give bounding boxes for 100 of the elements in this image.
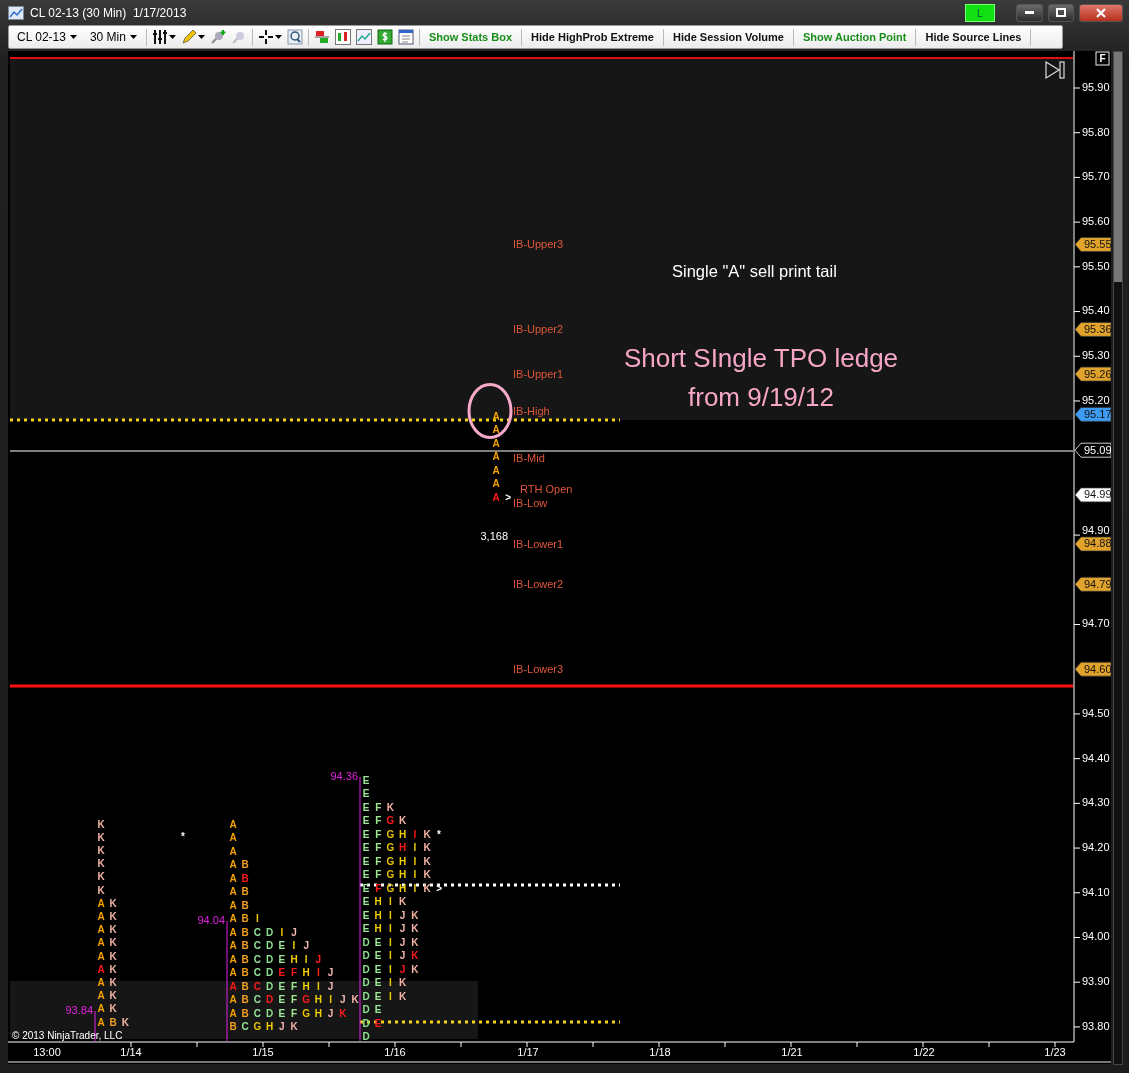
tpo-letter: F bbox=[375, 882, 382, 894]
tpo-letter: C bbox=[253, 1007, 261, 1019]
toolbar-toggle-button[interactable]: Show Stats Box bbox=[424, 31, 517, 43]
price-tick-label: 93.80 bbox=[1082, 1019, 1110, 1032]
tpo-letter: J bbox=[303, 940, 309, 952]
maximize-button[interactable] bbox=[1048, 3, 1074, 22]
tpo-letter: E bbox=[374, 977, 382, 989]
tpo-letter: F bbox=[375, 842, 382, 854]
time-axis-label: 1/15 bbox=[252, 1045, 274, 1058]
instrument-dropdown[interactable]: CL 02-13 bbox=[13, 30, 81, 44]
close-button[interactable] bbox=[1079, 3, 1123, 22]
tpo-letter: A bbox=[229, 940, 237, 952]
tpo-letter: E bbox=[278, 980, 286, 992]
toolbar-toggle-button[interactable]: Hide Session Volume bbox=[668, 31, 788, 43]
tpo-letter: H bbox=[374, 909, 382, 921]
price-tick-label: 95.50 bbox=[1082, 259, 1110, 272]
tpo-letter: E bbox=[362, 801, 370, 813]
tpo-letter: K bbox=[411, 923, 419, 935]
tpo-letter: J bbox=[399, 909, 406, 921]
tpo-letter: H bbox=[399, 842, 407, 854]
caret-icon bbox=[274, 35, 282, 39]
tpo-letter: I bbox=[413, 855, 417, 867]
tpo-letter: D bbox=[266, 994, 274, 1006]
properties-icon[interactable] bbox=[397, 29, 414, 45]
tpo-letter: G bbox=[253, 1021, 262, 1033]
price-tick-label: 95.90 bbox=[1082, 80, 1110, 93]
pencil-icon[interactable] bbox=[180, 29, 205, 45]
price-tick-label: 93.90 bbox=[1082, 975, 1110, 988]
skip-to-end-icon[interactable] bbox=[1045, 60, 1065, 80]
indicator-icon[interactable] bbox=[313, 29, 330, 45]
tpo-letter: K bbox=[109, 990, 117, 1002]
tpo-letter: I bbox=[413, 842, 417, 854]
tpo-letter: E bbox=[278, 994, 286, 1006]
tpo-letter: E bbox=[374, 990, 382, 1002]
tpo-mark: * bbox=[181, 830, 185, 842]
price-tick-label: 95.70 bbox=[1082, 170, 1110, 183]
tpo-letter: I bbox=[389, 963, 392, 975]
tpo-letter: F bbox=[375, 869, 382, 881]
volume-label: 3,168 bbox=[480, 529, 508, 542]
maximize-icon bbox=[1056, 8, 1066, 17]
toolbar-toggle-button[interactable]: Hide HighProb Extreme bbox=[527, 31, 658, 43]
pin-add-icon[interactable] bbox=[209, 29, 226, 45]
price-tick-label: 95.30 bbox=[1082, 349, 1110, 362]
tpo-letter: B bbox=[241, 940, 249, 952]
tpo-letter: J bbox=[327, 980, 334, 992]
tpo-letter: G bbox=[386, 842, 395, 854]
tpo-letter: F bbox=[290, 980, 298, 992]
tpo-letter: I bbox=[389, 896, 392, 908]
tpo-letter: J bbox=[399, 950, 406, 962]
toolbar-toggle-button[interactable]: Show Auction Point bbox=[799, 31, 911, 43]
scrollbar-thumb[interactable] bbox=[1114, 52, 1122, 282]
tpo-letter: K bbox=[109, 924, 117, 936]
tpo-letter: H bbox=[302, 980, 310, 992]
tpo-letter: A bbox=[229, 886, 237, 898]
tpo-letter: B bbox=[241, 926, 249, 938]
tpo-letter: K bbox=[109, 950, 117, 962]
tpo-letter: K bbox=[423, 828, 431, 840]
price-tick-label: 95.40 bbox=[1082, 304, 1110, 317]
toolbar-toggle-button[interactable]: Hide Source Lines bbox=[921, 31, 1026, 43]
tpo-letter: H bbox=[314, 994, 322, 1006]
tpo-letter: E bbox=[278, 967, 286, 979]
candlestick-icon[interactable] bbox=[334, 29, 351, 45]
tpo-letter: A bbox=[97, 924, 105, 936]
tpo-letter: D bbox=[362, 963, 370, 975]
tpo-letter: K bbox=[97, 858, 105, 870]
dollar-icon[interactable] bbox=[376, 29, 393, 45]
tpo-letter: A bbox=[492, 437, 500, 449]
tpo-letter: G bbox=[386, 828, 395, 840]
bar-style-icon[interactable] bbox=[151, 29, 176, 45]
tpo-letter: C bbox=[253, 926, 261, 938]
corner-button[interactable]: F bbox=[1095, 51, 1110, 66]
tpo-letter: B bbox=[241, 994, 249, 1006]
price-marker-label: 95.55 bbox=[1084, 237, 1111, 250]
window-title: CL 02-13 (30 Min) 1/17/2013 bbox=[30, 5, 188, 20]
crosshair-icon[interactable] bbox=[257, 29, 282, 45]
tpo-letter: A bbox=[97, 911, 105, 923]
tpo-letter: C bbox=[253, 940, 261, 952]
zoom-icon[interactable] bbox=[286, 29, 303, 45]
tpo-letter: B bbox=[229, 1021, 237, 1033]
tpo-letter: A bbox=[229, 994, 237, 1006]
profile-high-label: 94.04 bbox=[197, 913, 225, 926]
scrollbar-track[interactable] bbox=[1113, 51, 1123, 1065]
tpo-letter: A bbox=[229, 913, 237, 925]
tpo-letter: A bbox=[229, 926, 237, 938]
tpo-letter: B bbox=[241, 872, 249, 884]
line-chart-icon[interactable] bbox=[355, 29, 372, 45]
price-marker-label: 95.09 bbox=[1084, 443, 1111, 456]
tpo-letter: D bbox=[362, 977, 370, 989]
tpo-letter: A bbox=[97, 1016, 105, 1028]
minimize-button[interactable] bbox=[1016, 3, 1043, 22]
price-tick-label: 95.20 bbox=[1082, 393, 1110, 406]
tpo-letter: H bbox=[374, 896, 382, 908]
tpo-letter: G bbox=[386, 882, 395, 894]
tpo-letter: D bbox=[266, 940, 274, 952]
tpo-letter: A bbox=[97, 977, 105, 989]
tpo-letter: E bbox=[278, 953, 286, 965]
tpo-letter: E bbox=[362, 828, 370, 840]
tpo-letter: B bbox=[241, 859, 249, 871]
chart-app-icon bbox=[8, 5, 24, 20]
interval-dropdown[interactable]: 30 Min bbox=[85, 30, 141, 44]
